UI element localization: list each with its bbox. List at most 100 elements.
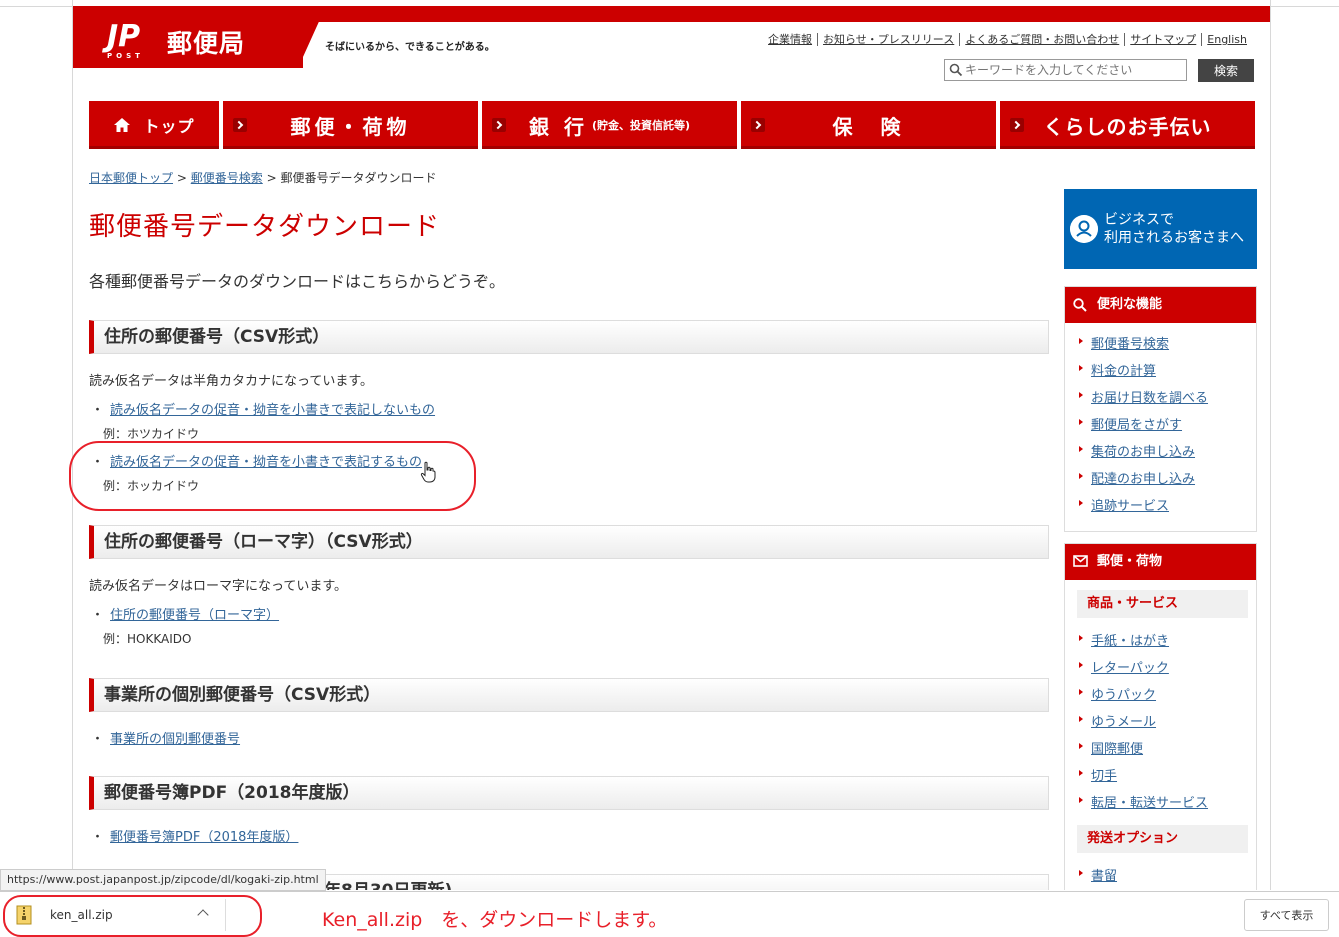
sidebar-products-heading: 商品・サービス [1077,590,1248,618]
sidebar-tools-heading: 便利な機能 [1065,287,1256,323]
sidebar-tools-panel: 便利な機能 郵便番号検索 料金の計算 お届け日数を調べる 郵便局をさがす 集荷の… [1064,286,1257,532]
search-button[interactable]: 検索 [1198,59,1254,82]
logo-slant [298,6,326,68]
sidebar-link-tracking[interactable]: 追跡サービス [1091,499,1169,514]
list-item: お届け日数を調べる [1077,387,1256,414]
nav-item-bank-label: 銀 行 [528,114,588,139]
nav-item-top[interactable]: トップ [89,101,219,149]
tagline: そばにいるから、できることがある。 [325,42,495,53]
util-link-english[interactable]: English [1201,33,1252,46]
intro-text: 各種郵便番号データのダウンロードはこちらからどうぞ。 [89,272,506,291]
sidebar-tools-list: 郵便番号検索 料金の計算 お届け日数を調べる 郵便局をさがす 集荷のお申し込み … [1065,323,1256,522]
search-icon [949,63,963,77]
nav-item-insurance-label: 保 険 [832,114,905,139]
sidebar-link-letters[interactable]: 手紙・はがき [1091,634,1169,649]
chevron-right-icon [233,118,247,132]
sidebar-options-heading: 発送オプション [1077,825,1248,853]
sidebar-link-pickup[interactable]: 集荷のお申し込み [1091,445,1195,460]
sidebar-options-list: 書留 [1065,859,1256,890]
section-heading-romaji: 住所の郵便番号（ローマ字）（CSV形式） [89,525,1049,559]
list-item: 郵便局をさがす [1077,414,1256,441]
chevron-right-icon [751,118,765,132]
sidebar-postal-title: 郵便・荷物 [1097,554,1163,569]
list-item: 追跡サービス [1077,495,1256,522]
nav-item-life-label: くらしのお手伝い [1043,114,1212,139]
list-item: 郵便番号検索 [1077,333,1256,360]
sidebar-link-yumail[interactable]: ゆうメール [1091,715,1156,730]
util-link-faq[interactable]: よくあるご質問・お問い合わせ [959,33,1124,46]
download-link-romaji[interactable]: 住所の郵便番号（ローマ字） [110,608,279,623]
list-item: ゆうパック [1077,684,1256,711]
sidebar-link-international[interactable]: 国際郵便 [1091,742,1143,757]
list-item: 配達のお申し込み [1077,468,1256,495]
chevron-right-icon [1010,118,1024,132]
list-item: ・郵便番号簿PDF（2018年度版） [91,830,299,845]
search-icon [1073,298,1087,312]
list-item: 集荷のお申し込み [1077,441,1256,468]
nav-item-bank[interactable]: 銀 行 (貯金、投資信託等) [482,101,737,149]
sidebar-products-list: 手紙・はがき レターパック ゆうパック ゆうメール 国際郵便 切手 転居・転送サ… [1065,624,1256,819]
nav-item-life[interactable]: くらしのお手伝い [1000,101,1255,149]
jp-post-logo-post: POST [107,52,144,60]
section-heading-address-csv: 住所の郵便番号（CSV形式） [89,320,1049,354]
download-link-no-kogaki[interactable]: 読み仮名データの促音・拗音を小書きで表記しないもの [110,403,435,418]
list-item: 転居・転送サービス [1077,792,1256,819]
business-banner-line1: ビジネスで [1104,212,1174,228]
list-item: ゆうメール [1077,711,1256,738]
sidebar-link-delivery-days[interactable]: お届け日数を調べる [1091,391,1208,406]
sidebar-link-fee-calc[interactable]: 料金の計算 [1091,364,1156,379]
breadcrumb-sep: > [176,171,187,185]
utility-links: 企業情報 お知らせ・プレスリリース よくあるご質問・お問い合わせ サイトマップ … [763,33,1252,46]
sidebar-link-find-office[interactable]: 郵便局をさがす [1091,418,1182,433]
util-link-company[interactable]: 企業情報 [763,33,817,46]
chevron-right-icon [492,118,506,132]
breadcrumb-home[interactable]: 日本郵便トップ [89,171,173,185]
breadcrumb: 日本郵便トップ > 郵便番号検索 > 郵便番号データダウンロード [89,169,436,186]
download-link-pdf[interactable]: 郵便番号簿PDF（2018年度版） [110,830,298,845]
nav-item-top-label: トップ [143,117,195,136]
nav-item-insurance[interactable]: 保 険 [741,101,996,149]
highlight-oval-kogaki-link [69,441,476,511]
section-heading-pdf: 郵便番号簿PDF（2018年度版） [89,776,1049,810]
logo-text: 郵便局 [167,29,246,58]
sidebar-link-zipcode-search[interactable]: 郵便番号検索 [1091,337,1169,352]
business-person-icon [1070,215,1098,243]
page-title: 郵便番号データダウンロード [89,212,441,242]
business-customers-banner[interactable]: ビジネスで 利用されるお客さまへ [1064,189,1257,269]
sidebar-link-letterpack[interactable]: レターパック [1091,661,1169,676]
util-link-sitemap[interactable]: サイトマップ [1124,33,1201,46]
breadcrumb-sep: > [266,171,277,185]
business-banner-text: ビジネスで 利用されるお客さまへ [1104,211,1244,247]
example-text: 例：HOKKAIDO [103,632,192,646]
list-item: ・読み仮名データの促音・拗音を小書きで表記しないもの [91,403,436,418]
show-all-downloads-button[interactable]: すべて表示 [1244,899,1329,931]
breadcrumb-search[interactable]: 郵便番号検索 [191,171,263,185]
nav-item-bank-sub: (貯金、投資信託等) [591,119,691,132]
sidebar-link-forwarding[interactable]: 転居・転送サービス [1091,796,1208,811]
section-heading-jigyosyo: 事業所の個別郵便番号（CSV形式） [89,678,1049,712]
section-note: 読み仮名データはローマ字になっています。 [89,579,348,594]
browser-status-url: https://www.post.japanpost.jp/zipcode/dl… [0,869,326,891]
util-link-news[interactable]: お知らせ・プレスリリース [817,33,959,46]
envelope-icon [1073,555,1088,567]
section-note: 読み仮名データは半角カタカナになっています。 [89,374,374,389]
logo-link[interactable]: JP POST 郵便局 [73,6,303,68]
download-link-jigyosyo[interactable]: 事業所の個別郵便番号 [110,732,240,747]
sidebar-postal-panel: 郵便・荷物 商品・サービス 手紙・はがき レターパック ゆうパック ゆうメール … [1064,543,1257,890]
jp-post-logo-mark: JP [107,19,141,54]
search-input[interactable] [944,59,1187,81]
list-item: レターパック [1077,657,1256,684]
hand-cursor-icon [420,461,436,483]
sidebar-link-yupack[interactable]: ゆうパック [1091,688,1156,703]
sidebar-link-stamps[interactable]: 切手 [1091,769,1117,784]
sidebar-link-redelivery[interactable]: 配達のお申し込み [1091,472,1195,487]
business-banner-line2: 利用されるお客さまへ [1104,230,1244,246]
breadcrumb-current: 郵便番号データダウンロード [280,171,437,185]
example-text: 例：ホツカイドウ [103,427,200,441]
list-item: 書留 [1077,865,1256,890]
sidebar-link-registered[interactable]: 書留 [1091,869,1117,884]
highlight-oval-download [3,895,262,937]
nav-item-postal-label: 郵便・荷物 [290,114,411,139]
home-icon [114,118,131,132]
nav-item-postal[interactable]: 郵便・荷物 [223,101,478,149]
